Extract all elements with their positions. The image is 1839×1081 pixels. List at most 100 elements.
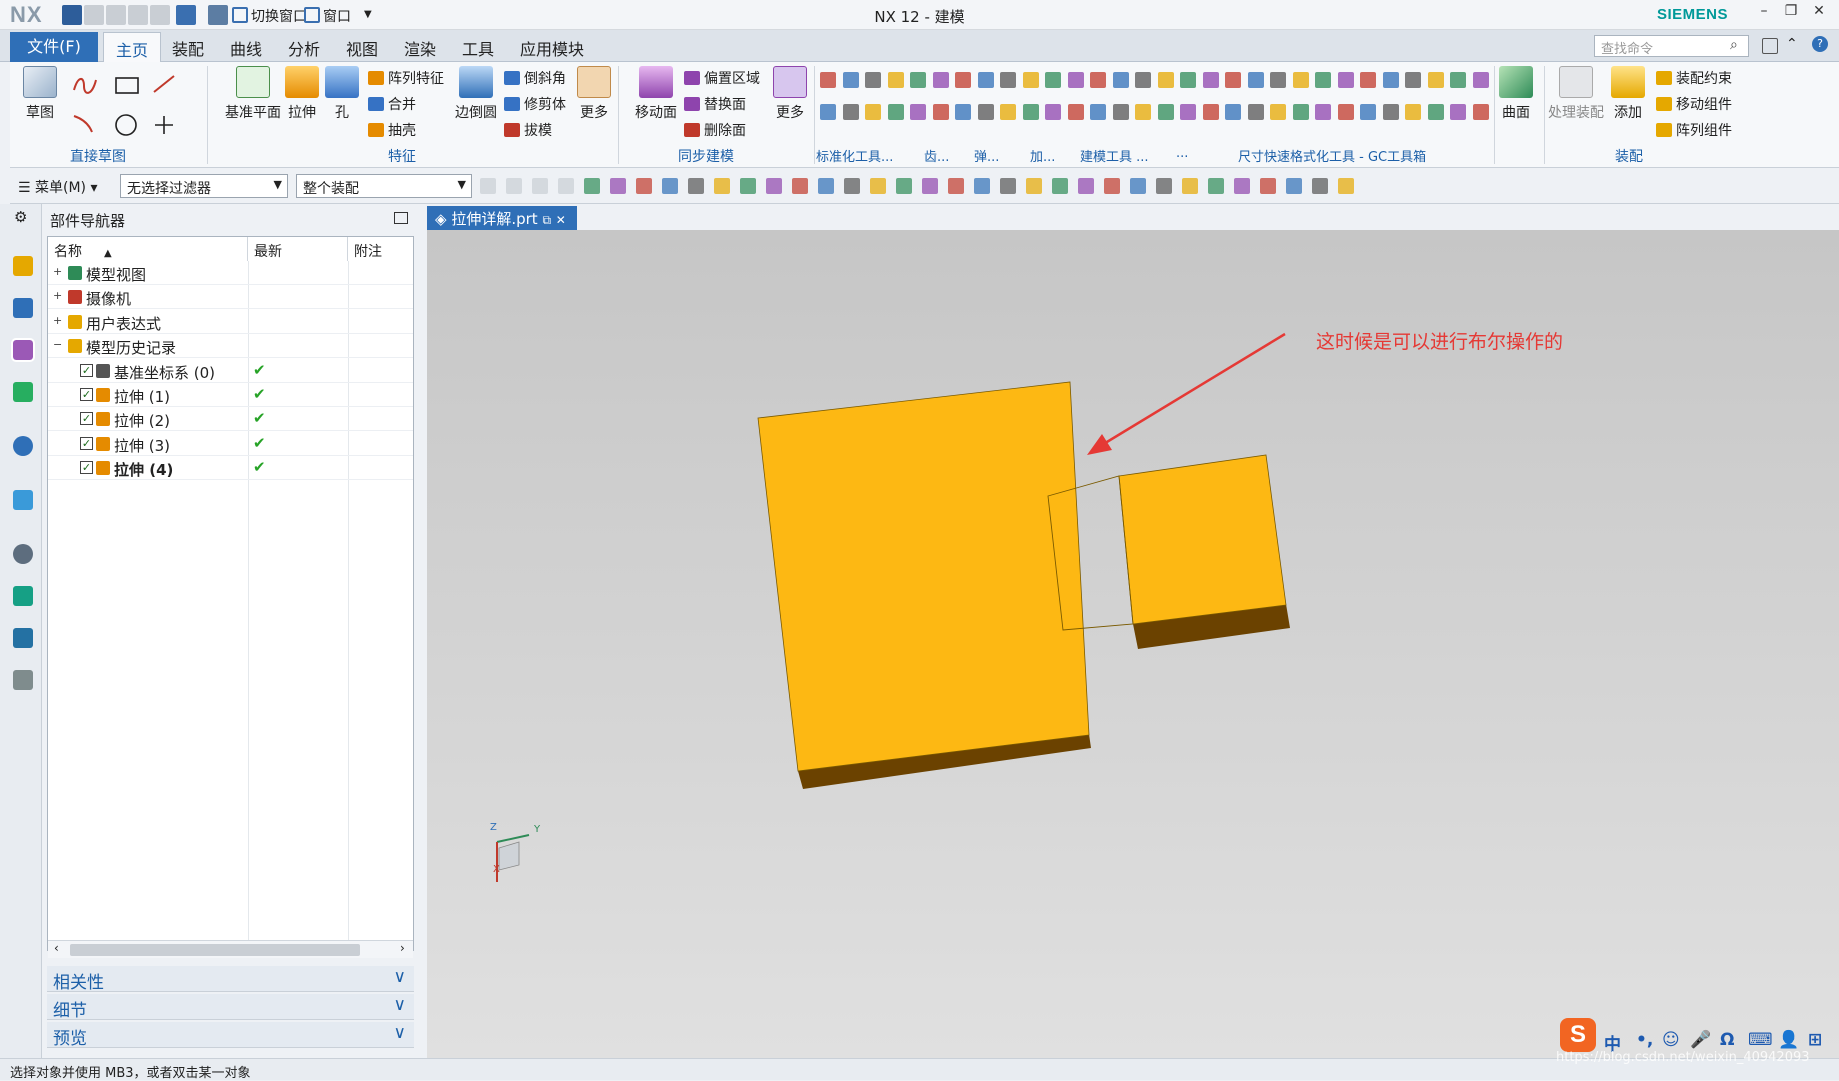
snap-tool-icon[interactable] — [636, 178, 652, 194]
trim-body-button[interactable]: 修剪体 — [504, 94, 566, 114]
command-search-input[interactable]: 查找命令 — [1594, 35, 1749, 57]
tree-row[interactable]: +模型视图 — [48, 261, 413, 285]
ime-emoji-icon[interactable]: ☺ — [1662, 1030, 1680, 1050]
draft-button[interactable]: 拔模 — [504, 120, 552, 140]
snap-tool-icon[interactable] — [1156, 178, 1172, 194]
snap-tool-icon[interactable] — [1338, 178, 1354, 194]
snap-tool-icon[interactable] — [792, 178, 808, 194]
minimize-button[interactable]: – — [1751, 3, 1777, 27]
tool-icon[interactable] — [1158, 104, 1174, 120]
tool-icon[interactable] — [1023, 104, 1039, 120]
tool-icon[interactable] — [1473, 72, 1489, 88]
snap-tool-icon[interactable] — [1104, 178, 1120, 194]
tool-icon[interactable] — [888, 72, 904, 88]
snap-tool-icon[interactable] — [1286, 178, 1302, 194]
document-tab[interactable]: ◈ 拉伸详解.prt ⧉ ✕ — [427, 206, 577, 230]
expand-icon[interactable]: + — [53, 265, 62, 278]
collapse-icon[interactable]: − — [53, 338, 62, 351]
tool-icon[interactable] — [865, 72, 881, 88]
scrollbar-thumb[interactable] — [70, 944, 360, 956]
tool-icon[interactable] — [1315, 72, 1331, 88]
tool-icon[interactable] — [843, 72, 859, 88]
tool-icon[interactable] — [1113, 104, 1129, 120]
tool-icon[interactable] — [1338, 72, 1354, 88]
tool-icon[interactable] — [1045, 104, 1061, 120]
tool-icon[interactable] — [1090, 104, 1106, 120]
tab-render[interactable]: 渲染 — [404, 36, 436, 60]
snap-tool-icon[interactable] — [870, 178, 886, 194]
snap-tool-icon[interactable] — [1130, 178, 1146, 194]
replace-face-button[interactable]: 替换面 — [684, 94, 746, 114]
tool-icon[interactable] — [933, 104, 949, 120]
tool-icon[interactable] — [1450, 104, 1466, 120]
unite-button[interactable]: 合并 — [368, 94, 416, 114]
tree-row[interactable]: ✓拉伸 (2)✔ — [48, 407, 413, 431]
tool-icon[interactable] — [978, 104, 994, 120]
snap-tool-icon[interactable] — [974, 178, 990, 194]
snap-tool-icon[interactable] — [662, 178, 678, 194]
tool-icon[interactable] — [1180, 104, 1196, 120]
add-component-button[interactable]: 添加 — [1602, 66, 1654, 122]
constraint-navigator-icon[interactable] — [13, 298, 33, 318]
tool-icon[interactable] — [1428, 72, 1444, 88]
selection-filter-dropdown[interactable]: 无选择过滤器▼ — [120, 174, 288, 198]
snap-tool-icon[interactable] — [1234, 178, 1250, 194]
tab-curve[interactable]: 曲线 — [230, 36, 262, 60]
tool-icon[interactable] — [1428, 104, 1444, 120]
tool-icon[interactable] — [1180, 72, 1196, 88]
undock-icon[interactable]: ⧉ — [542, 213, 551, 227]
snap-tool-icon[interactable] — [1078, 178, 1094, 194]
maximize-panel-icon[interactable] — [394, 212, 408, 224]
sync-more-button[interactable]: 更多 — [770, 66, 810, 122]
help-icon[interactable]: ? — [1812, 36, 1828, 52]
expand-icon[interactable]: + — [53, 289, 62, 302]
scroll-right-icon[interactable]: › — [400, 941, 405, 955]
visibility-checkbox[interactable]: ✓ — [80, 437, 93, 450]
tool-icon[interactable] — [955, 72, 971, 88]
tool-icon[interactable] — [843, 104, 859, 120]
tree-row[interactable]: +用户表达式 — [48, 310, 413, 334]
feature-more-button[interactable]: 更多 — [572, 66, 616, 122]
tool-icon[interactable] — [1293, 72, 1309, 88]
move-face-button[interactable]: 移动面 — [628, 66, 684, 122]
tool-icon[interactable] — [1360, 72, 1376, 88]
tool-icon[interactable] — [1158, 72, 1174, 88]
snap-tool-icon[interactable] — [506, 178, 522, 194]
snap-tool-icon[interactable] — [766, 178, 782, 194]
snap-tool-icon[interactable] — [1000, 178, 1016, 194]
tool-icon[interactable] — [1383, 104, 1399, 120]
visibility-checkbox[interactable]: ✓ — [80, 364, 93, 377]
snap-tool-icon[interactable] — [1260, 178, 1276, 194]
tool-icon[interactable] — [955, 104, 971, 120]
tool-icon[interactable] — [1090, 72, 1106, 88]
process-assembly-button[interactable]: 处理装配 — [1547, 66, 1605, 122]
snap-tool-icon[interactable] — [714, 178, 730, 194]
roles-icon[interactable] — [13, 670, 33, 690]
tool-icon[interactable] — [1405, 104, 1421, 120]
snap-tool-icon[interactable] — [688, 178, 704, 194]
tool-icon[interactable] — [1113, 72, 1129, 88]
offset-region-button[interactable]: 偏置区域 — [684, 68, 760, 88]
tool-icon[interactable] — [1360, 104, 1376, 120]
expand-icon[interactable]: + — [53, 314, 62, 327]
tab-analysis[interactable]: 分析 — [288, 36, 320, 60]
datum-plane-button[interactable]: 基准平面 — [222, 66, 284, 122]
tool-icon[interactable] — [1248, 104, 1264, 120]
preview-panel-header[interactable]: 预览∨ — [47, 1022, 414, 1048]
snap-tool-icon[interactable] — [922, 178, 938, 194]
edge-blend-button[interactable]: 边倒圆 — [450, 66, 502, 122]
tool-icon[interactable] — [1225, 104, 1241, 120]
system-materials-icon[interactable] — [13, 586, 33, 606]
ime-symbol-icon[interactable]: Ω — [1720, 1030, 1734, 1050]
delete-face-button[interactable]: 删除面 — [684, 120, 746, 140]
snap-tool-icon[interactable] — [948, 178, 964, 194]
tool-icon[interactable] — [865, 104, 881, 120]
pattern-feature-button[interactable]: 阵列特征 — [368, 68, 444, 88]
column-header-notes[interactable]: 附注 — [348, 237, 413, 261]
process-studio-icon[interactable] — [13, 628, 33, 648]
visibility-checkbox[interactable]: ✓ — [80, 461, 93, 474]
menu-button[interactable]: ☰ 菜单(M) ▾ — [18, 177, 98, 197]
file-menu-tab[interactable]: 文件(F) — [10, 32, 98, 62]
ime-punctuation-icon[interactable]: •, — [1636, 1030, 1653, 1050]
ribbon-options-icon[interactable] — [1762, 38, 1778, 54]
